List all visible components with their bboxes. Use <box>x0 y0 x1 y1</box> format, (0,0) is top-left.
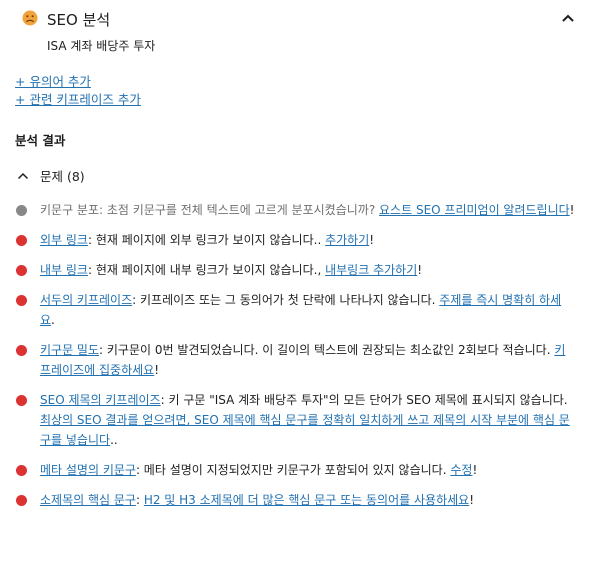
seo-analysis-header[interactable]: SEO 분석 ISA 계좌 배당주 투자 <box>0 0 596 58</box>
result-suffix: .. <box>110 433 118 447</box>
result-item: 외부 링크: 현재 페이지에 외부 링크가 보이지 않습니다.. 추가하기! <box>15 230 575 250</box>
status-dot-bad <box>16 265 27 276</box>
status-dot-bad <box>16 495 27 506</box>
status-dot-bad <box>16 465 27 476</box>
status-dot-bad <box>16 395 27 406</box>
results-list: 키문구 분포: 초점 키문구를 전체 텍스트에 고르게 분포시켰습니까? 요스트… <box>15 200 575 520</box>
chevron-up-icon <box>17 172 29 179</box>
add-synonym-link[interactable]: + 유의어 추가 <box>15 74 91 89</box>
add-keyphrase-links: + 유의어 추가 + 관련 키프레이즈 추가 <box>15 73 141 109</box>
status-dot-neutral <box>16 205 27 216</box>
result-title-link[interactable]: 외부 링크 <box>40 233 88 247</box>
result-text: 키문구 분포: 초점 키문구를 전체 텍스트에 고르게 분포시켰습니까? <box>40 203 380 217</box>
status-dot-bad <box>16 295 27 306</box>
result-action-link[interactable]: H2 및 H3 소제목에 더 많은 핵심 문구 또는 동의어를 사용하세요 <box>144 493 469 507</box>
result-suffix: . <box>51 313 55 327</box>
result-title-link[interactable]: 키구문 밀도 <box>40 343 99 357</box>
result-item: 키구문 밀도: 키구문이 0번 발견되었습니다. 이 길이의 텍스트에 권장되는… <box>15 340 575 380</box>
result-item: 서두의 키프레이즈: 키프레이즈 또는 그 동의어가 첫 단락에 나타나지 않습… <box>15 290 575 330</box>
problems-label: 문제 (8) <box>40 169 85 184</box>
focus-keyphrase-label: ISA 계좌 배당주 투자 <box>47 39 156 53</box>
result-action-link[interactable]: 추가하기 <box>325 233 369 247</box>
result-action-link[interactable]: 요스트 SEO 프리미엄이 알려드립니다 <box>379 203 570 217</box>
result-text: : 현재 페이지에 외부 링크가 보이지 않습니다.. <box>87 233 326 247</box>
result-action-link[interactable]: 수정 <box>450 463 472 477</box>
result-text: : 키프레이즈 또는 그 동의어가 첫 단락에 나타나지 않습니다. <box>132 293 440 307</box>
result-suffix: ! <box>369 233 375 247</box>
panel-title: SEO 분석 <box>47 11 111 29</box>
result-text: : 메타 설명이 지정되었지만 키문구가 포함되어 있지 않습니다. <box>135 463 451 477</box>
result-item: 메타 설명의 키문구: 메타 설명이 지정되었지만 키문구가 포함되어 있지 않… <box>15 460 575 480</box>
status-dot-bad <box>16 345 27 356</box>
result-item: 소제목의 핵심 문구: H2 및 H3 소제목에 더 많은 핵심 문구 또는 동… <box>15 490 575 510</box>
status-dot-bad <box>16 235 27 246</box>
result-title-link[interactable]: 소제목의 핵심 문구 <box>40 493 136 507</box>
result-title-link[interactable]: 메타 설명의 키문구 <box>40 463 136 477</box>
result-suffix: ! <box>569 203 575 217</box>
add-related-keyphrase-link[interactable]: + 관련 키프레이즈 추가 <box>15 92 141 107</box>
result-text: : 키구문이 0번 발견되었습니다. 이 길이의 텍스트에 권장되는 최소값인 … <box>99 343 555 357</box>
analysis-results-heading: 분석 결과 <box>15 133 66 148</box>
result-action-link[interactable]: 내부링크 추가하기 <box>325 263 417 277</box>
result-suffix: ! <box>154 363 160 377</box>
face-icon <box>22 10 38 26</box>
result-text: : 키 구문 "ISA 계좌 배당주 투자"의 모든 단어가 SEO 제목에 표… <box>160 393 568 407</box>
result-suffix: ! <box>469 493 475 507</box>
result-item: 내부 링크: 현재 페이지에 내부 링크가 보이지 않습니다., 내부링크 추가… <box>15 260 575 280</box>
problems-toggle[interactable]: 문제 (8) <box>15 166 85 185</box>
result-text: : <box>135 493 144 507</box>
result-suffix: ! <box>417 263 423 277</box>
result-text: : 현재 페이지에 내부 링크가 보이지 않습니다., <box>87 263 326 277</box>
chevron-up-icon[interactable] <box>561 13 575 23</box>
result-suffix: ! <box>472 463 478 477</box>
result-title-link[interactable]: 서두의 키프레이즈 <box>40 293 132 307</box>
result-title-link[interactable]: SEO 제목의 키프레이즈 <box>40 393 161 407</box>
result-title-link[interactable]: 내부 링크 <box>40 263 88 277</box>
result-item: SEO 제목의 키프레이즈: 키 구문 "ISA 계좌 배당주 투자"의 모든 … <box>15 390 575 450</box>
result-action-link[interactable]: 최상의 SEO 결과를 얻으려면, SEO 제목에 핵심 문구를 정확히 일치하… <box>40 413 570 447</box>
result-item: 키문구 분포: 초점 키문구를 전체 텍스트에 고르게 분포시켰습니까? 요스트… <box>15 200 575 220</box>
